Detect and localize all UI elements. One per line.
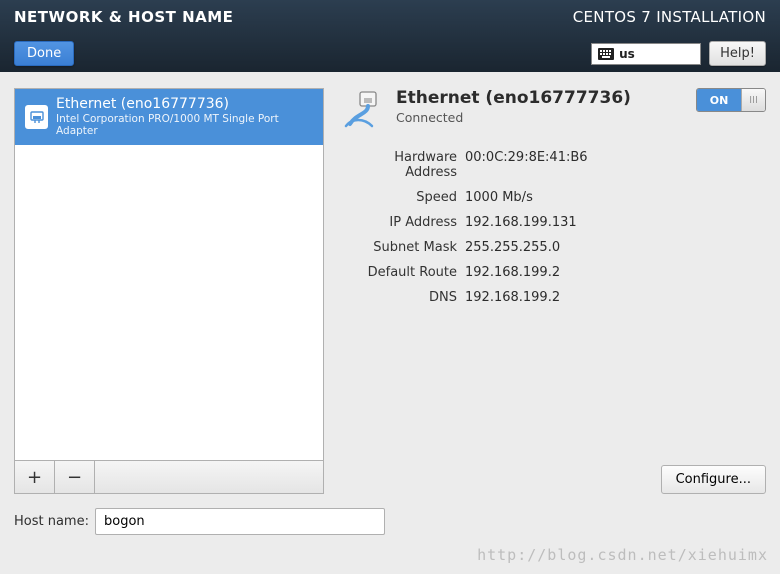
- toggle-handle: III: [741, 89, 765, 111]
- ethernet-icon: [25, 105, 48, 129]
- interface-details: Hardware Address 00:0C:29:8E:41:B6 Speed…: [342, 150, 766, 305]
- device-list-buttons: + −: [14, 461, 324, 494]
- detail-label-subnet: Subnet Mask: [342, 240, 457, 255]
- keyboard-layout-indicator[interactable]: us: [591, 43, 701, 65]
- detail-value-speed: 1000 Mb/s: [465, 190, 766, 205]
- device-list[interactable]: Ethernet (eno16777736) Intel Corporation…: [14, 88, 324, 461]
- main-body: Ethernet (eno16777736) Intel Corporation…: [0, 72, 780, 502]
- configure-button[interactable]: Configure...: [661, 465, 766, 494]
- header-right-controls: us Help!: [591, 41, 766, 66]
- remove-device-button[interactable]: −: [55, 461, 95, 493]
- device-panel: Ethernet (eno16777736) Intel Corporation…: [14, 88, 324, 494]
- detail-value-route: 192.168.199.2: [465, 265, 766, 280]
- hostname-label: Host name:: [14, 514, 89, 529]
- device-text: Ethernet (eno16777736) Intel Corporation…: [56, 96, 313, 138]
- help-button[interactable]: Help!: [709, 41, 766, 66]
- installer-header: NETWORK & HOST NAME CENTOS 7 INSTALLATIO…: [0, 0, 780, 72]
- device-list-item[interactable]: Ethernet (eno16777736) Intel Corporation…: [15, 89, 323, 145]
- header-bottom: Done us Help!: [14, 41, 766, 66]
- installer-title: CENTOS 7 INSTALLATION: [573, 8, 766, 26]
- toggle-on-label: ON: [697, 89, 741, 111]
- detail-label-ip: IP Address: [342, 215, 457, 230]
- interface-header: Ethernet (eno16777736) Connected ON III: [342, 88, 766, 132]
- interface-status: Connected: [396, 110, 631, 125]
- detail-label-dns: DNS: [342, 290, 457, 305]
- detail-value-subnet: 255.255.255.0: [465, 240, 766, 255]
- interface-title-block: Ethernet (eno16777736) Connected: [396, 88, 631, 125]
- page-title: NETWORK & HOST NAME: [14, 8, 233, 26]
- ethernet-large-icon: [342, 88, 386, 132]
- done-button[interactable]: Done: [14, 41, 74, 66]
- keyboard-layout-label: us: [619, 47, 635, 61]
- hostname-input[interactable]: [95, 508, 385, 535]
- device-subtitle: Intel Corporation PRO/1000 MT Single Por…: [56, 113, 313, 138]
- interface-header-left: Ethernet (eno16777736) Connected: [342, 88, 631, 132]
- interface-title: Ethernet (eno16777736): [396, 88, 631, 108]
- hostname-row: Host name:: [0, 502, 780, 549]
- detail-value-ip: 192.168.199.131: [465, 215, 766, 230]
- detail-label-hwaddr: Hardware Address: [342, 150, 457, 180]
- detail-value-dns: 192.168.199.2: [465, 290, 766, 305]
- interface-panel: Ethernet (eno16777736) Connected ON III …: [342, 88, 766, 494]
- header-top: NETWORK & HOST NAME CENTOS 7 INSTALLATIO…: [14, 8, 766, 26]
- detail-label-speed: Speed: [342, 190, 457, 205]
- keyboard-icon: [598, 48, 614, 60]
- add-device-button[interactable]: +: [15, 461, 55, 493]
- configure-row: Configure...: [342, 465, 766, 494]
- interface-toggle[interactable]: ON III: [696, 88, 766, 112]
- device-title: Ethernet (eno16777736): [56, 96, 313, 113]
- detail-value-hwaddr: 00:0C:29:8E:41:B6: [465, 150, 766, 180]
- detail-label-route: Default Route: [342, 265, 457, 280]
